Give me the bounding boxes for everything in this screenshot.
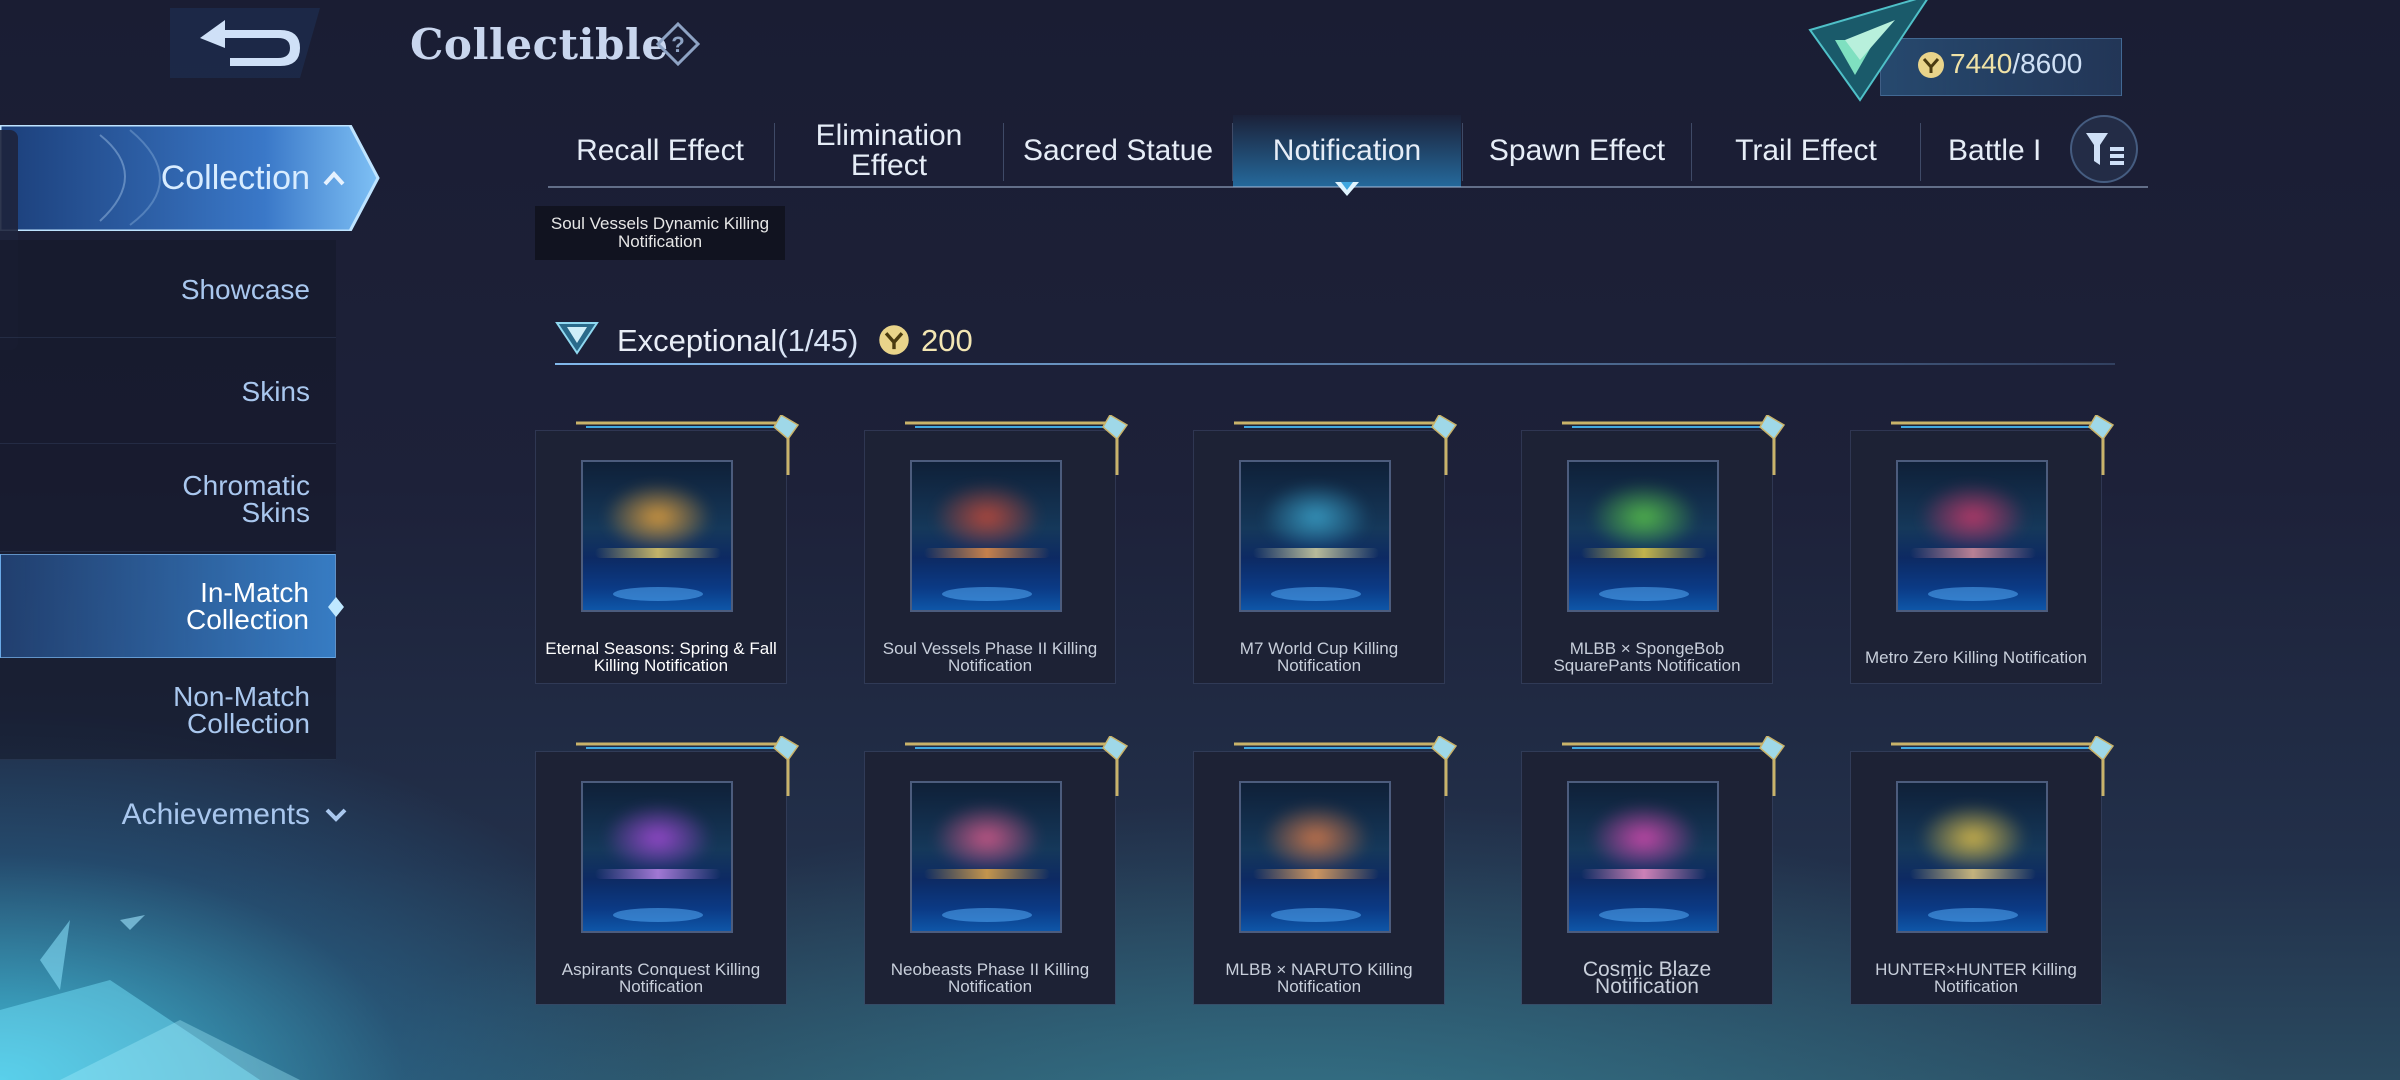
collectible-name: HUNTER×HUNTER Killing Notification: [1875, 960, 2077, 996]
collectible-name: MLBB × SpongeBob SquarePants Notificatio…: [1553, 639, 1741, 675]
collectible-thumbnail: [910, 460, 1062, 612]
collectible-name: MLBB × NARUTO Killing Notification: [1225, 960, 1413, 996]
collectible-name: Soul Vessels Phase II Killing Notificati…: [882, 639, 1098, 675]
collectible-card[interactable]: MLBB × NARUTO Killing Notification: [1194, 736, 1458, 1004]
collectible-thumbnail: [910, 781, 1062, 933]
collectible-card[interactable]: Eternal Seasons: Spring & Fall Killing N…: [536, 415, 800, 683]
collectible-thumbnail: [1239, 781, 1391, 933]
collectible-thumbnail: [1567, 781, 1719, 933]
collectible-card[interactable]: Neobeasts Phase II Killing Notification: [865, 736, 1129, 1004]
collectible-card[interactable]: Soul Vessels Phase II Killing Notificati…: [865, 415, 1129, 683]
collectible-thumbnail: [581, 781, 733, 933]
collectible-card[interactable]: MLBB × SpongeBob SquarePants Notificatio…: [1522, 415, 1786, 683]
collectible-card[interactable]: Metro Zero Killing Notification: [1851, 415, 2115, 683]
collectible-name: Cosmic Blaze Notification: [1582, 958, 1712, 998]
collectible-card[interactable]: Cosmic Blaze Notification: [1522, 736, 1786, 1004]
collectible-thumbnail: [1239, 460, 1391, 612]
collectible-name: M7 World Cup Killing Notification: [1239, 639, 1399, 675]
collectible-thumbnail: [1567, 460, 1719, 612]
collectible-card[interactable]: Aspirants Conquest Killing Notification: [536, 736, 800, 1004]
collectible-card[interactable]: HUNTER×HUNTER Killing Notification: [1851, 736, 2115, 1004]
collectible-thumbnail: [581, 460, 733, 612]
collectible-name: Neobeasts Phase II Killing Notification: [890, 960, 1090, 996]
collectible-thumbnail: [1896, 781, 2048, 933]
collectible-name: Metro Zero Killing Notification: [1864, 647, 2088, 667]
collectible-thumbnail: [1896, 460, 2048, 612]
collectible-name: Eternal Seasons: Spring & Fall Killing N…: [545, 639, 777, 675]
collectibles-grid: Eternal Seasons: Spring & Fall Killing N…: [0, 0, 2400, 1080]
collectible-name: Aspirants Conquest Killing Notification: [561, 960, 761, 996]
collectible-card[interactable]: M7 World Cup Killing Notification: [1194, 415, 1458, 683]
